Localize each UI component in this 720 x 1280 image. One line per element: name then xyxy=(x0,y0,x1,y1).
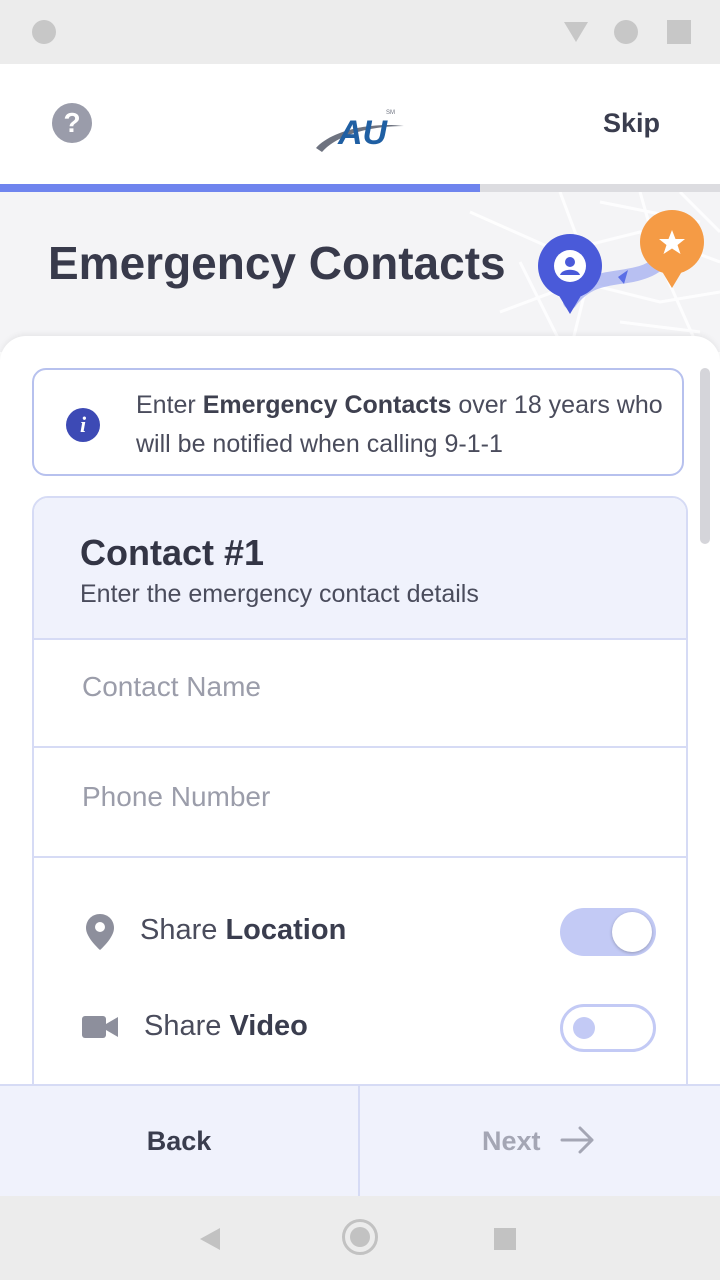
page-title: Emergency Contacts xyxy=(48,237,506,289)
share-video-toggle[interactable] xyxy=(560,1004,656,1052)
battery-icon xyxy=(667,20,691,44)
progress-bar xyxy=(0,184,720,192)
toggle-knob xyxy=(612,912,652,952)
user-pin-icon xyxy=(538,234,602,314)
contact-title: Contact #1 xyxy=(80,532,265,573)
back-button[interactable]: Back xyxy=(0,1086,358,1196)
share-location-label: Share Location xyxy=(140,914,347,946)
next-button[interactable]: Next xyxy=(360,1086,720,1196)
arrow-right-icon xyxy=(560,1126,594,1154)
progress-fill xyxy=(0,184,481,192)
nav-back-icon[interactable] xyxy=(200,1228,220,1250)
signal-icon xyxy=(614,20,638,44)
contact-subtitle: Enter the emergency contact details xyxy=(80,580,479,608)
au-logo: AU SM xyxy=(316,110,404,152)
notification-dot-icon xyxy=(32,20,56,44)
share-video-label: Share Video xyxy=(144,1010,308,1042)
help-button[interactable]: ? xyxy=(52,103,92,143)
info-text: Enter Emergency Contacts over 18 years w… xyxy=(136,391,663,458)
toggle-knob xyxy=(573,1017,595,1039)
info-icon: i xyxy=(66,408,100,442)
route-illustration xyxy=(538,210,704,314)
svg-text:SM: SM xyxy=(386,110,395,116)
contact-name-input[interactable] xyxy=(80,670,644,704)
nav-recents-icon[interactable] xyxy=(494,1228,516,1250)
skip-button[interactable]: Skip xyxy=(603,108,660,139)
wifi-icon xyxy=(564,22,588,42)
phone-number-input[interactable] xyxy=(80,780,644,814)
nav-home-icon[interactable] xyxy=(342,1219,378,1255)
contact-name-field xyxy=(34,640,686,748)
scrollbar[interactable] xyxy=(700,368,710,544)
next-label: Next xyxy=(482,1126,541,1156)
svg-text:AU: AU xyxy=(337,114,389,152)
location-pin-icon xyxy=(86,914,114,950)
video-camera-icon xyxy=(82,1016,118,1038)
status-bar xyxy=(0,0,720,64)
phone-number-field xyxy=(34,750,686,858)
share-location-toggle[interactable] xyxy=(560,908,656,956)
